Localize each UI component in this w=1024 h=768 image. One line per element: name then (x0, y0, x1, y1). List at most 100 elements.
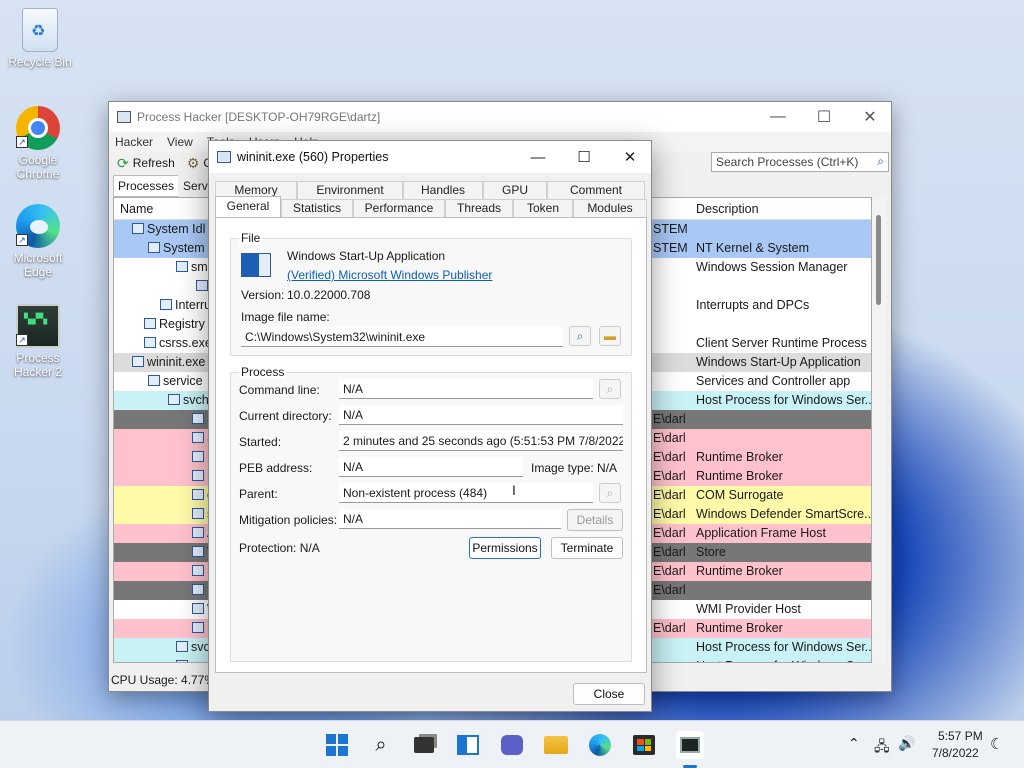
search-button[interactable]: ⌕ (369, 733, 393, 757)
close-button[interactable]: Close (573, 683, 645, 705)
process-name-text: service (163, 374, 203, 388)
parent-inspect-button[interactable]: ⌕ (599, 483, 621, 503)
process-name: wininit.exe (132, 355, 205, 369)
open-folder-button[interactable]: ▬ (599, 326, 621, 346)
process-description: COM Surrogate (696, 488, 784, 502)
edge-taskbar-button[interactable] (588, 733, 612, 757)
tab-modules[interactable]: Modules (573, 199, 647, 217)
process-description: Host Process for Windows Ser... (696, 640, 871, 654)
process-icon (176, 261, 188, 272)
tab-token[interactable]: Token (513, 199, 573, 217)
clock-time[interactable]: 5:57 PM (938, 729, 983, 743)
chat-button[interactable] (500, 733, 524, 757)
process-icon (132, 356, 144, 367)
started-label: Started: (239, 435, 282, 449)
process-name-text: System Idl (147, 222, 206, 236)
store-button[interactable] (632, 733, 656, 757)
peb-address-label: PEB address: (239, 461, 313, 475)
desktop-icon-process-hacker[interactable]: ▚▞▚ ↗ Process Hacker 2 (0, 304, 76, 379)
terminate-button[interactable]: Terminate (551, 537, 623, 559)
user-name: STEM (653, 241, 688, 255)
search-icon: ⌕ (375, 733, 387, 756)
permissions-button[interactable]: Permissions (469, 537, 541, 559)
image-path-field[interactable]: C:\Windows\System32\wininit.exe (241, 327, 563, 347)
process-icon (144, 337, 156, 348)
desktop-icon-chrome[interactable]: ↗ Google Chrome (0, 106, 76, 181)
details-button[interactable]: Details (567, 509, 623, 531)
process-description: Runtime Broker (696, 450, 783, 464)
gear-icon: ⚙ (186, 154, 200, 171)
command-line-inspect-button[interactable]: ⌕ (599, 379, 621, 399)
file-explorer-button[interactable] (544, 733, 568, 757)
show-hidden-icons-button[interactable]: ⌃ (848, 735, 860, 752)
current-directory-field[interactable]: N/A (339, 405, 623, 425)
chat-icon (501, 735, 523, 755)
tab-handles[interactable]: Handles (403, 181, 483, 199)
tab-statistics[interactable]: Statistics (281, 199, 353, 217)
command-line-field[interactable]: N/A (339, 379, 593, 399)
minimize-button[interactable]: — (755, 102, 801, 132)
store-icon (633, 735, 655, 755)
maximize-button[interactable]: ☐ (801, 102, 847, 132)
tab-environment[interactable]: Environment (297, 181, 403, 199)
process-name-text: System (163, 241, 205, 255)
properties-dialog[interactable]: wininit.exe (560) Properties — ☐ ✕ Memor… (208, 140, 652, 712)
dialog-minimize-button[interactable]: — (515, 141, 561, 173)
task-view-icon (414, 737, 434, 753)
close-button[interactable]: ✕ (847, 102, 893, 132)
vertical-scrollbar[interactable] (872, 197, 886, 663)
process-description: Runtime Broker (696, 621, 783, 635)
process-icon (192, 622, 204, 633)
column-name[interactable]: Name (120, 202, 153, 216)
start-button[interactable] (325, 733, 349, 757)
peb-address-field[interactable]: N/A (339, 457, 523, 477)
scroll-thumb[interactable] (876, 215, 881, 305)
volume-icon[interactable]: 🔊 (898, 735, 915, 752)
menu-hacker[interactable]: Hacker (115, 135, 153, 149)
process-name: service (148, 374, 203, 388)
tab-performance[interactable]: Performance (353, 199, 445, 217)
parent-field[interactable]: Non-existent process (484) (339, 483, 593, 503)
desktop-icon-recycle-bin[interactable]: ♻ Recycle Bin (2, 8, 78, 69)
process-icon (168, 394, 180, 405)
inspect-button[interactable]: ⌕ (569, 326, 591, 346)
focus-assist-icon[interactable]: ☾ (990, 735, 1003, 753)
mitigation-policies-field[interactable]: N/A (339, 509, 561, 529)
tab-general[interactable]: General (215, 196, 281, 217)
search-input[interactable]: Search Processes (Ctrl+K) ⌕ (711, 152, 889, 172)
refresh-button[interactable]: ⟳ Refresh (113, 153, 179, 173)
process-description: Runtime Broker (696, 564, 783, 578)
tabs-row-2: General Statistics Performance Threads T… (215, 196, 647, 217)
task-view-button[interactable] (412, 733, 436, 757)
publisher-link[interactable]: (Verified) Microsoft Windows Publisher (287, 268, 492, 282)
user-name: E\darl (653, 450, 686, 464)
menu-view[interactable]: View (167, 135, 193, 149)
protection: Protection: N/A (239, 541, 320, 555)
dialog-maximize-button[interactable]: ☐ (561, 141, 607, 173)
process-icon (148, 242, 160, 253)
clock-date[interactable]: 7/8/2022 (932, 746, 979, 760)
tab-gpu[interactable]: GPU (483, 181, 547, 199)
user-name: E\darl (653, 488, 686, 502)
version-value: 10.0.22000.708 (287, 288, 371, 302)
search-icon[interactable]: ⌕ (877, 154, 884, 169)
process-icon (148, 375, 160, 386)
process-icon (192, 451, 204, 462)
tab-threads[interactable]: Threads (445, 199, 513, 217)
edge-icon (589, 734, 611, 756)
desktop-icon-edge[interactable]: ↗ Microsoft Edge (0, 204, 76, 279)
dialog-close-button[interactable]: ✕ (607, 141, 653, 173)
process-name: System (148, 241, 205, 255)
started-field[interactable]: 2 minutes and 25 seconds ago (5:51:53 PM… (339, 431, 623, 451)
file-description: Windows Start-Up Application (287, 249, 446, 263)
tab-processes[interactable]: Processes (113, 175, 180, 197)
widgets-button[interactable] (456, 733, 480, 757)
cpu-usage: CPU Usage: 4.77% (111, 673, 216, 687)
process-group-title: Process (239, 365, 287, 379)
tab-comment[interactable]: Comment (547, 181, 645, 199)
column-description[interactable]: Description (696, 202, 759, 216)
network-icon[interactable]: 🖧 (874, 736, 890, 760)
process-icon (160, 299, 172, 310)
process-hacker-taskbar-button[interactable] (676, 731, 704, 759)
process-name-text: wininit.exe (147, 355, 206, 369)
